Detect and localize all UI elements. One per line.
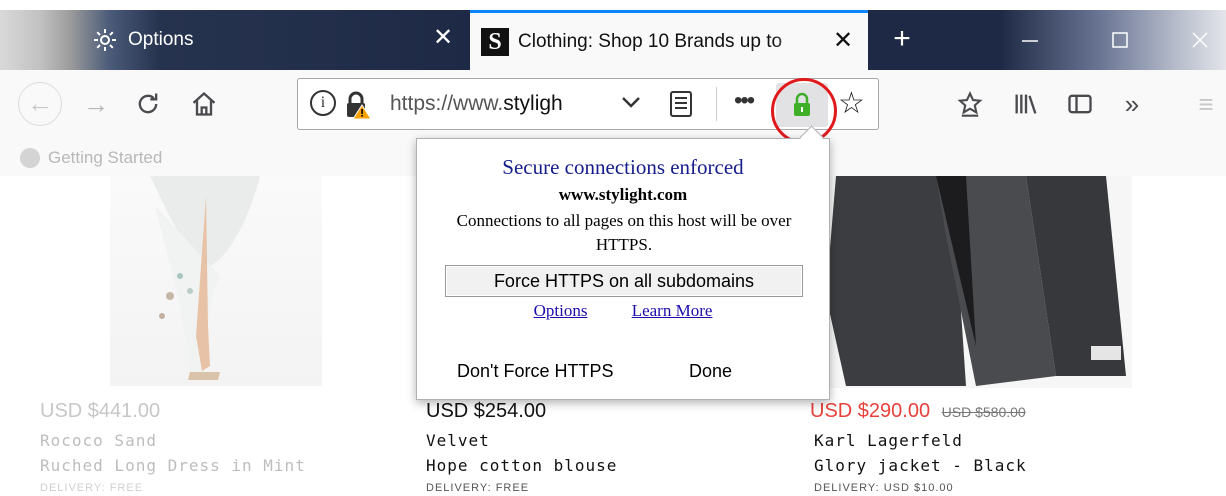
forward-arrow-icon[interactable]: →	[76, 84, 116, 124]
product-image-jacket[interactable]	[826, 176, 1132, 388]
window-close-icon[interactable]	[1180, 24, 1220, 56]
popup-description: Connections to all pages on this host wi…	[456, 211, 792, 254]
product-delivery: DELIVERY: USD $10.00	[814, 482, 954, 494]
url-host: styligh	[503, 92, 563, 115]
learn-more-link[interactable]: Learn More	[632, 301, 713, 320]
back-arrow-icon[interactable]: ←	[18, 82, 62, 126]
product-price: USD $254.00	[426, 400, 547, 422]
close-icon[interactable]: ✕	[430, 25, 456, 51]
insecure-lock-icon[interactable]	[342, 89, 374, 121]
home-icon[interactable]	[184, 84, 224, 124]
original-price: USD $580.00	[941, 404, 1026, 420]
product-brand[interactable]: Velvet	[426, 431, 490, 450]
popup-host: www.stylight.com	[558, 185, 688, 204]
menu-icon[interactable]: ≡	[1186, 84, 1226, 124]
close-icon[interactable]: ✕	[830, 28, 856, 54]
product-delivery: DELIVERY: FREE	[426, 482, 530, 494]
product-name[interactable]: Glory jacket - Black	[814, 456, 1027, 475]
tab-label: Options	[128, 29, 194, 50]
dont-force-https-button[interactable]: Don't Force HTTPS	[457, 361, 613, 382]
url-scheme: https://www.	[390, 92, 504, 115]
bookmark-star-icon[interactable]: ☆	[838, 86, 865, 121]
force-https-subdomains-button[interactable]: Force HTTPS on all subdomains	[445, 265, 803, 297]
overflow-chevron-icon[interactable]: »	[1112, 84, 1152, 124]
tab-clothing[interactable]: S Clothing: Shop 10 Brands up to ✕	[470, 10, 868, 70]
tab-strip: Options ✕ S Clothing: Shop 10 Brands up …	[0, 10, 1226, 70]
https-popup: Secure connections enforced www.stylight…	[416, 138, 830, 400]
options-link[interactable]: Options	[534, 301, 588, 320]
popup-links: Options Learn More	[417, 301, 829, 321]
product-price-block: USD $290.00 USD $580.00	[810, 400, 1026, 423]
reload-icon[interactable]	[128, 84, 168, 124]
stylight-favicon-icon: S	[480, 27, 510, 57]
product-name[interactable]: Hope cotton blouse	[426, 456, 617, 475]
product-brand[interactable]: Rococo Sand	[40, 431, 157, 450]
url-separator	[716, 87, 717, 121]
product-delivery: DELIVERY: FREE	[40, 482, 144, 494]
nav-bar: ← → i https://www.styligh ••• ☆ » ≡	[0, 70, 1226, 142]
product-price: USD $441.00	[40, 400, 161, 422]
product-image-dress[interactable]	[110, 176, 322, 386]
sale-price: USD $290.00	[810, 400, 931, 422]
maximize-icon[interactable]	[1100, 24, 1140, 56]
sidebar-icon[interactable]	[1060, 84, 1100, 124]
info-icon[interactable]: i	[310, 90, 336, 116]
tab-options[interactable]: Options ✕	[80, 10, 468, 70]
popup-title: Secure connections enforced	[502, 155, 744, 179]
firefox-icon	[20, 148, 40, 168]
bookmarks-star-icon[interactable]	[950, 84, 990, 124]
bookmark-getting-started[interactable]: Getting Started	[20, 148, 162, 168]
product-name[interactable]: Ruched Long Dress in Mint	[40, 456, 306, 475]
tab-label: Clothing: Shop 10 Brands up to	[518, 30, 783, 52]
url-text[interactable]: https://www.styligh	[390, 92, 563, 116]
chevron-down-icon[interactable]	[620, 91, 642, 119]
library-icon[interactable]	[1006, 84, 1046, 124]
product-brand[interactable]: Karl Lagerfeld	[814, 431, 963, 450]
bookmark-label: Getting Started	[48, 148, 163, 167]
new-tab-icon[interactable]: +	[885, 22, 919, 56]
done-button[interactable]: Done	[689, 361, 732, 382]
minimize-icon[interactable]	[1010, 24, 1050, 56]
reader-view-icon[interactable]	[670, 91, 692, 117]
page-actions-icon[interactable]: •••	[734, 87, 755, 115]
gear-icon	[90, 25, 120, 55]
